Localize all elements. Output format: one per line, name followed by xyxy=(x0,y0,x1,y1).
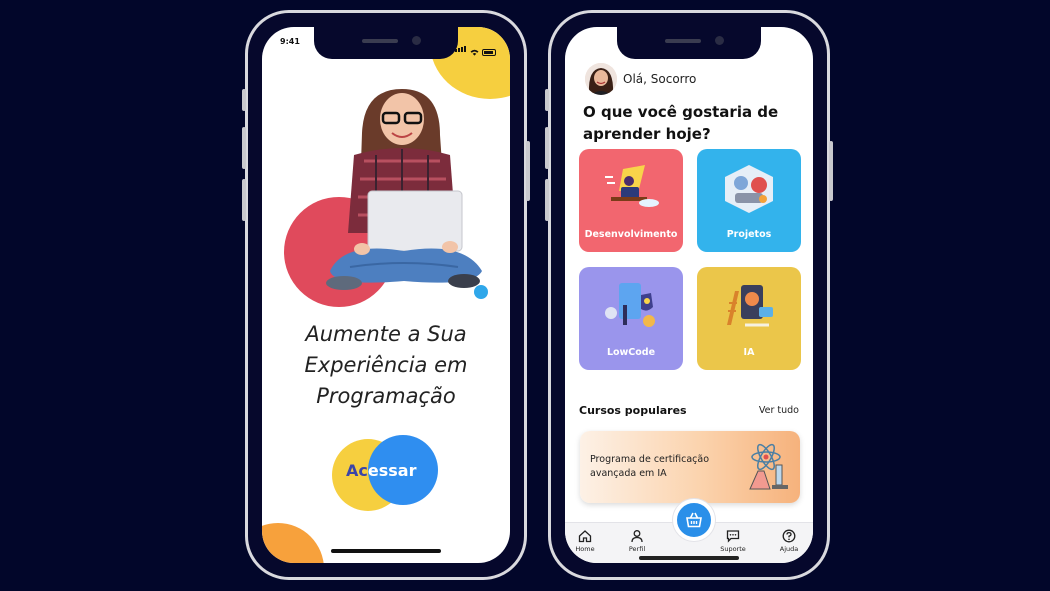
lowcode-illustration-icon xyxy=(605,283,655,327)
acessar-button[interactable]: Acessar xyxy=(332,435,442,515)
home-indicator[interactable] xyxy=(331,549,441,553)
battery-icon xyxy=(482,49,496,56)
section-title: Cursos populares xyxy=(579,404,687,417)
phone-notch xyxy=(617,27,761,59)
science-atom-icon xyxy=(749,443,788,490)
status-icons xyxy=(455,37,496,56)
cart-fab-button[interactable] xyxy=(673,499,715,541)
phone-side-button xyxy=(545,179,549,221)
tab-perfil[interactable]: Perfil xyxy=(617,529,657,553)
category-tile-lowcode[interactable]: LowCode xyxy=(579,267,683,370)
phone-home: Olá, Socorro O que você gostaria de apre… xyxy=(545,10,833,580)
tab-label: Home xyxy=(575,545,595,553)
phone-side-button xyxy=(545,89,549,111)
signal-icon xyxy=(455,37,467,56)
category-tile-ia[interactable]: IA xyxy=(697,267,801,370)
tab-suporte[interactable]: Suporte xyxy=(713,529,753,553)
category-tile-desenvolvimento[interactable]: Desenvolvimento xyxy=(579,149,683,252)
phone-side-button xyxy=(242,127,246,169)
basket-icon xyxy=(686,512,702,528)
headline: Aumente a Sua Experiência em Programação xyxy=(304,322,468,408)
user-avatar-image xyxy=(585,63,617,95)
phone-side-button xyxy=(829,141,833,201)
avatar[interactable] xyxy=(585,63,617,95)
category-tile-projetos[interactable]: Projetos xyxy=(697,149,801,252)
home-indicator[interactable] xyxy=(639,556,739,560)
status-time: 9:41 xyxy=(280,37,300,46)
user-icon xyxy=(631,530,643,543)
phone-side-button xyxy=(545,127,549,169)
page-title: O que você gostaria de aprender hoje? xyxy=(583,103,779,143)
see-all-link[interactable]: Ver tudo xyxy=(759,405,799,416)
robotics-illustration-icon xyxy=(725,165,773,213)
home-icon xyxy=(578,530,592,543)
category-label: Projetos xyxy=(726,229,772,240)
help-icon xyxy=(782,529,796,543)
tab-label: Suporte xyxy=(720,545,746,553)
phone-welcome: 9:41 Aumente a Sua Experiência em Progra… xyxy=(242,10,530,580)
phone-side-button xyxy=(242,89,246,111)
course-card[interactable]: Programa de certificação avançada em IA xyxy=(580,431,800,503)
tab-ajuda[interactable]: Ajuda xyxy=(769,529,809,553)
welcome-screen: 9:41 Aumente a Sua Experiência em Progra… xyxy=(262,27,510,563)
category-label: Desenvolvimento xyxy=(584,229,678,240)
home-screen: Olá, Socorro O que você gostaria de apre… xyxy=(565,27,813,563)
tab-home[interactable]: Home xyxy=(565,529,605,553)
developer-illustration-icon xyxy=(605,165,659,207)
phone-side-button xyxy=(526,141,530,201)
category-label: IA xyxy=(743,347,755,358)
phone-notch xyxy=(314,27,458,59)
chat-icon xyxy=(726,530,740,543)
course-title: Programa de certificação avançada em IA xyxy=(590,454,710,479)
student-with-laptop-illustration xyxy=(326,89,482,290)
phone-side-button xyxy=(242,179,246,221)
decor-circle-orange xyxy=(262,523,324,563)
wifi-icon xyxy=(470,49,479,56)
ai-illustration-icon xyxy=(727,285,773,327)
acessar-button-label: Acessar xyxy=(346,461,417,480)
tab-label: Perfil xyxy=(628,545,646,553)
greeting: Olá, Socorro xyxy=(623,72,697,86)
tab-label: Ajuda xyxy=(779,545,799,553)
category-label: LowCode xyxy=(606,347,656,358)
